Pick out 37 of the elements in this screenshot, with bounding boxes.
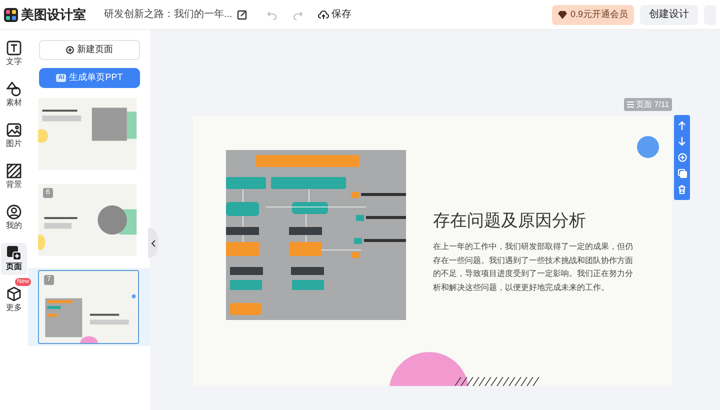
sidebar-item[interactable]: 图片 bbox=[1, 120, 27, 152]
user-icon bbox=[6, 204, 22, 220]
move-up-icon[interactable] bbox=[678, 121, 686, 130]
collapse-handle[interactable] bbox=[148, 228, 158, 258]
slide-title: 存在问题及原因分析 bbox=[433, 210, 586, 232]
plus-circle-icon bbox=[66, 46, 74, 54]
save-button[interactable]: 保存 bbox=[318, 7, 352, 22]
document-title: 研发创新之路：我们的一年... bbox=[104, 8, 232, 22]
image-icon bbox=[6, 122, 22, 138]
create-design-button[interactable]: 创建设计 bbox=[640, 4, 698, 24]
hatched-square-icon bbox=[6, 163, 22, 179]
cloud-icon bbox=[318, 10, 330, 20]
add-icon[interactable] bbox=[678, 152, 686, 162]
undo-icon[interactable] bbox=[267, 10, 278, 20]
redo-icon[interactable] bbox=[293, 10, 304, 20]
slide-body-text: 在上一年的工作中，我们研发部取得了一定的成果，但仍存在一些问题。我们遇到了一些技术挑战和团队协作方面的不足，导致项目进度受到了一定影响。我们正在努力分析和解决这些问题，以便更好地完成未来的工作。 bbox=[433, 241, 633, 294]
duplicate-icon[interactable] bbox=[678, 168, 686, 178]
vip-button[interactable]: 0.9元开通会员 bbox=[552, 4, 634, 24]
new-page-button[interactable]: 新建页面 bbox=[39, 40, 140, 60]
gem-icon bbox=[558, 10, 568, 18]
shapes-icon bbox=[6, 81, 22, 97]
app-name: 美图设计室 bbox=[21, 6, 86, 24]
trash-icon[interactable] bbox=[678, 184, 686, 194]
sidebar-item[interactable]: 更多 bbox=[1, 284, 27, 316]
sidebar-item[interactable]: 素材 bbox=[1, 79, 27, 111]
sidebar-item[interactable]: 文字 bbox=[1, 38, 27, 70]
list-icon bbox=[627, 101, 634, 108]
text-icon bbox=[6, 40, 22, 56]
add-page-icon bbox=[6, 245, 22, 261]
cube-icon bbox=[6, 286, 22, 302]
chevron-left-icon bbox=[150, 240, 156, 246]
edit-icon[interactable] bbox=[237, 10, 248, 20]
sidebar-item[interactable]: 我的 bbox=[1, 202, 27, 234]
sidebar-item[interactable]: 页面 bbox=[1, 243, 27, 275]
move-down-icon[interactable] bbox=[678, 137, 686, 146]
sidebar-item[interactable]: 背景 bbox=[1, 161, 27, 193]
app-logo-icon bbox=[4, 8, 18, 22]
